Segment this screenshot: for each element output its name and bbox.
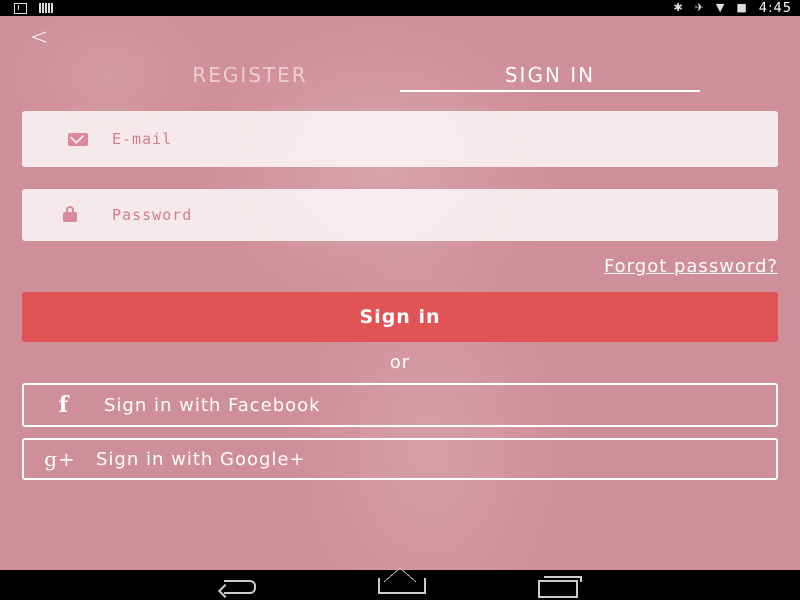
status-time: 4:45: [758, 0, 792, 16]
password-icon-wrap: [22, 206, 112, 222]
google-button-label: Sign in with Google+: [96, 448, 306, 470]
navigation-bar: [0, 570, 800, 600]
password-input[interactable]: [112, 189, 778, 241]
sign-in-button[interactable]: Sign in: [22, 292, 778, 342]
facebook-sign-in-button[interactable]: f Sign in with Facebook: [22, 383, 778, 427]
email-field[interactable]: [22, 111, 778, 167]
envelope-icon: [68, 132, 88, 146]
or-divider: or: [389, 352, 411, 373]
status-bar: ✱ ✈ ▼ ■ 4:45: [0, 0, 800, 16]
screen: ✱ ✈ ▼ ■ 4:45 < REGISTER SIGN IN Forgot: [0, 0, 800, 600]
nav-back-icon[interactable]: [218, 574, 266, 596]
google-sign-in-button[interactable]: g+ Sign in with Google+: [22, 438, 778, 480]
sign-in-page: < REGISTER SIGN IN Forgot password? Sign…: [0, 16, 800, 570]
tab-register[interactable]: REGISTER: [100, 60, 400, 92]
status-bar-left: [14, 2, 53, 14]
forgot-password-link[interactable]: Forgot password?: [604, 256, 778, 277]
password-field[interactable]: [22, 189, 778, 241]
google-plus-icon: g+: [44, 447, 76, 471]
bluetooth-icon: ✱: [673, 1, 683, 14]
tab-sign-in[interactable]: SIGN IN: [400, 60, 700, 92]
wifi-icon: ▼: [715, 1, 725, 14]
facebook-button-label: Sign in with Facebook: [104, 394, 321, 416]
airplane-mode-icon: ✈: [694, 1, 704, 14]
auth-tabs: REGISTER SIGN IN: [100, 60, 700, 92]
download-icon: [14, 2, 27, 14]
status-bar-right: ✱ ✈ ▼ ■ 4:45: [673, 0, 792, 16]
chevron-left-icon: <: [30, 25, 49, 50]
battery-icon: ■: [736, 1, 747, 14]
back-button[interactable]: <: [30, 24, 54, 52]
lock-icon: [63, 206, 77, 222]
nav-home-icon[interactable]: [376, 574, 426, 596]
email-icon-wrap: [22, 132, 112, 146]
email-input[interactable]: [112, 111, 778, 167]
facebook-icon: f: [58, 392, 70, 418]
signal-bars-icon: [39, 3, 53, 13]
nav-recent-apps-icon[interactable]: [534, 574, 582, 598]
